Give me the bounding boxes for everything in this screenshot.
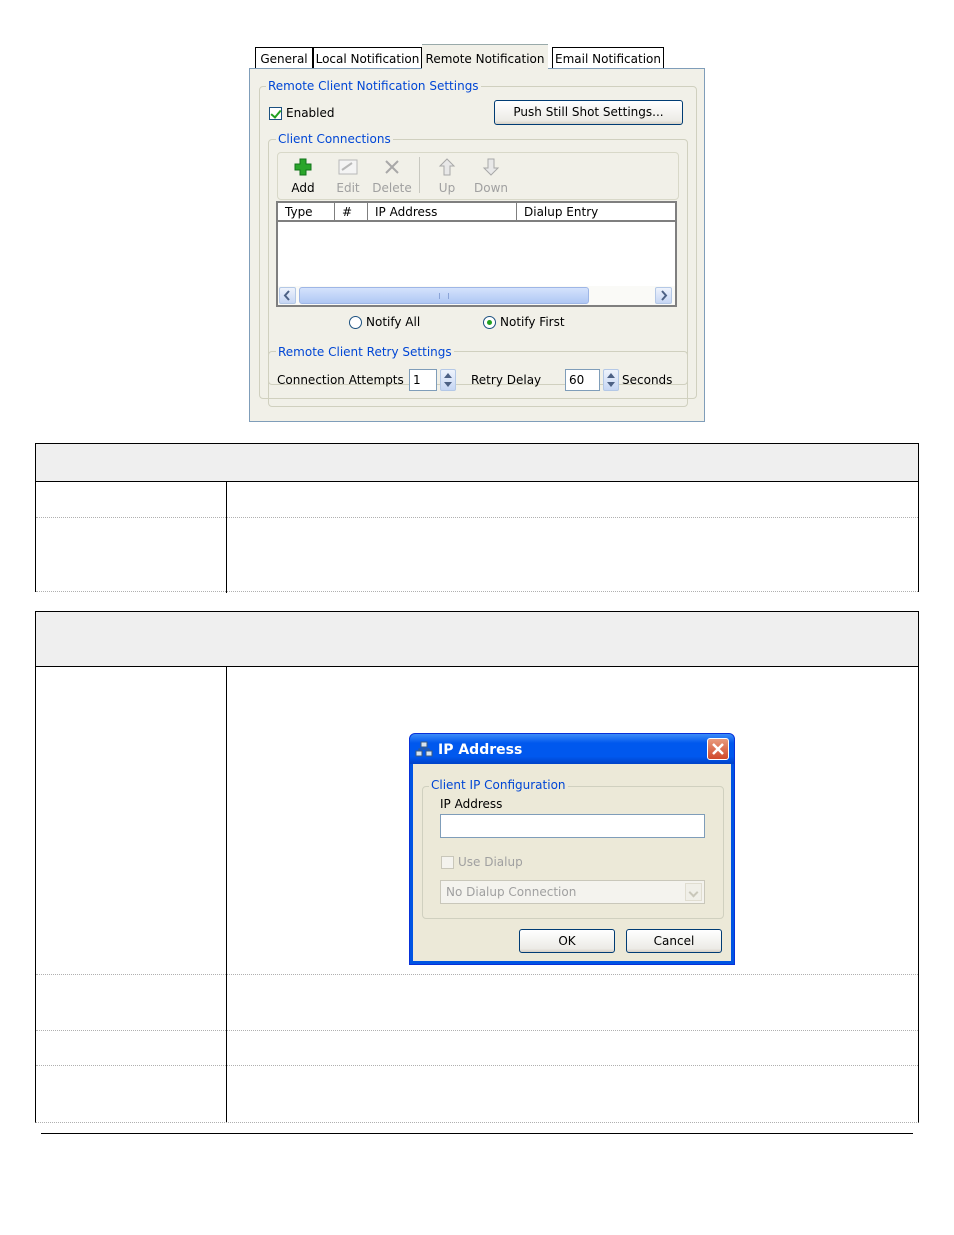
horizontal-scrollbar[interactable]: [278, 286, 675, 305]
notification-settings-label: Remote Client Notification Settings: [266, 79, 481, 93]
chevron-right-icon: [661, 290, 668, 301]
notify-all-label: Notify All: [366, 315, 421, 329]
retry-delay-input[interactable]: 60: [565, 369, 600, 391]
up-button[interactable]: Up: [427, 158, 467, 195]
push-still-shot-button[interactable]: Push Still Shot Settings...: [494, 100, 683, 125]
footer-rule: [41, 1133, 913, 1134]
table-2-header: [36, 612, 918, 667]
scroll-left-button[interactable]: [279, 287, 296, 304]
table-row-separator: [36, 974, 918, 975]
column-header-number[interactable]: #: [335, 203, 368, 222]
edit-icon: [338, 159, 358, 175]
down-label: Down: [473, 181, 508, 195]
ip-dialog-title: IP Address: [438, 742, 523, 758]
ip-address-dialog: IP Address Client IP Configuration IP Ad…: [409, 733, 735, 965]
client-ip-config-label: Client IP Configuration: [429, 778, 568, 792]
scroll-right-button[interactable]: [655, 287, 672, 304]
remote-notification-dialog: General Local Notification Remote Notifi…: [249, 43, 705, 422]
column-header-dialup-entry[interactable]: Dialup Entry: [517, 203, 675, 222]
enabled-checkbox[interactable]: [269, 107, 282, 120]
delete-button[interactable]: Delete: [372, 158, 412, 195]
seconds-label: Seconds: [622, 373, 673, 387]
cancel-button[interactable]: Cancel: [626, 929, 722, 953]
close-icon: [712, 743, 724, 755]
arrow-up-icon: [438, 158, 456, 176]
up-label: Up: [438, 181, 456, 195]
toolbar-separator: [419, 157, 420, 193]
tab-remote-notification[interactable]: Remote Notification: [422, 44, 548, 71]
scroll-thumb[interactable]: [299, 287, 589, 304]
table-1-divider: [226, 482, 227, 593]
ip-dialog-body: Client IP Configuration IP Address Use D…: [413, 764, 731, 961]
ip-address-label: IP Address: [440, 797, 503, 811]
client-connections-label: Client Connections: [276, 132, 393, 146]
ok-button[interactable]: OK: [519, 929, 615, 953]
table-row-separator: [36, 1065, 918, 1066]
add-label: Add: [291, 181, 315, 195]
description-table-1: [35, 443, 919, 593]
ip-dialog-titlebar[interactable]: IP Address: [410, 734, 734, 764]
connection-attempts-label: Connection Attempts: [277, 373, 404, 387]
column-header-type[interactable]: Type: [278, 203, 335, 222]
arrow-down-icon: [482, 158, 500, 176]
table-row-separator: [36, 517, 918, 518]
table-1-header: [36, 444, 918, 482]
enabled-label: Enabled: [286, 106, 335, 120]
tab-general[interactable]: General: [255, 47, 313, 70]
notify-all-radio[interactable]: [349, 316, 362, 329]
table-row-separator: [36, 1030, 918, 1031]
retry-delay-stepper[interactable]: [603, 369, 619, 391]
plus-icon: [294, 158, 312, 176]
retry-settings-label: Remote Client Retry Settings: [276, 345, 454, 359]
connection-attempts-input[interactable]: 1: [409, 369, 437, 391]
add-button[interactable]: Add: [283, 158, 323, 195]
connection-attempts-stepper[interactable]: [440, 369, 456, 391]
chevron-down-icon: [685, 883, 702, 901]
notify-first-label: Notify First: [500, 315, 565, 329]
delete-label: Delete: [372, 181, 412, 195]
tab-local-notification[interactable]: Local Notification: [313, 47, 422, 70]
use-dialup-checkbox[interactable]: [441, 856, 454, 869]
client-connections-list[interactable]: Type # IP Address Dialup Entry: [276, 201, 677, 307]
scroll-grip: [439, 293, 449, 299]
retry-delay-label: Retry Delay: [471, 373, 542, 387]
network-icon: [415, 741, 433, 757]
dialup-connection-select[interactable]: No Dialup Connection: [440, 880, 705, 904]
edit-label: Edit: [336, 181, 360, 195]
down-button[interactable]: Down: [471, 158, 511, 195]
edit-button[interactable]: Edit: [328, 158, 368, 195]
chevron-left-icon: [283, 290, 290, 301]
column-header-ip-address[interactable]: IP Address: [368, 203, 517, 222]
dialup-selected-value: No Dialup Connection: [446, 885, 577, 899]
close-button[interactable]: [707, 738, 729, 760]
notify-first-radio[interactable]: [483, 316, 496, 329]
tab-panel: Remote Client Notification Settings Enab…: [249, 68, 705, 422]
ip-address-input[interactable]: [440, 814, 705, 838]
delete-x-icon: [385, 160, 399, 174]
table-2-divider: [226, 667, 227, 1122]
tab-email-notification[interactable]: Email Notification: [552, 47, 664, 70]
use-dialup-label: Use Dialup: [458, 855, 523, 869]
table-row-separator: [36, 591, 918, 592]
